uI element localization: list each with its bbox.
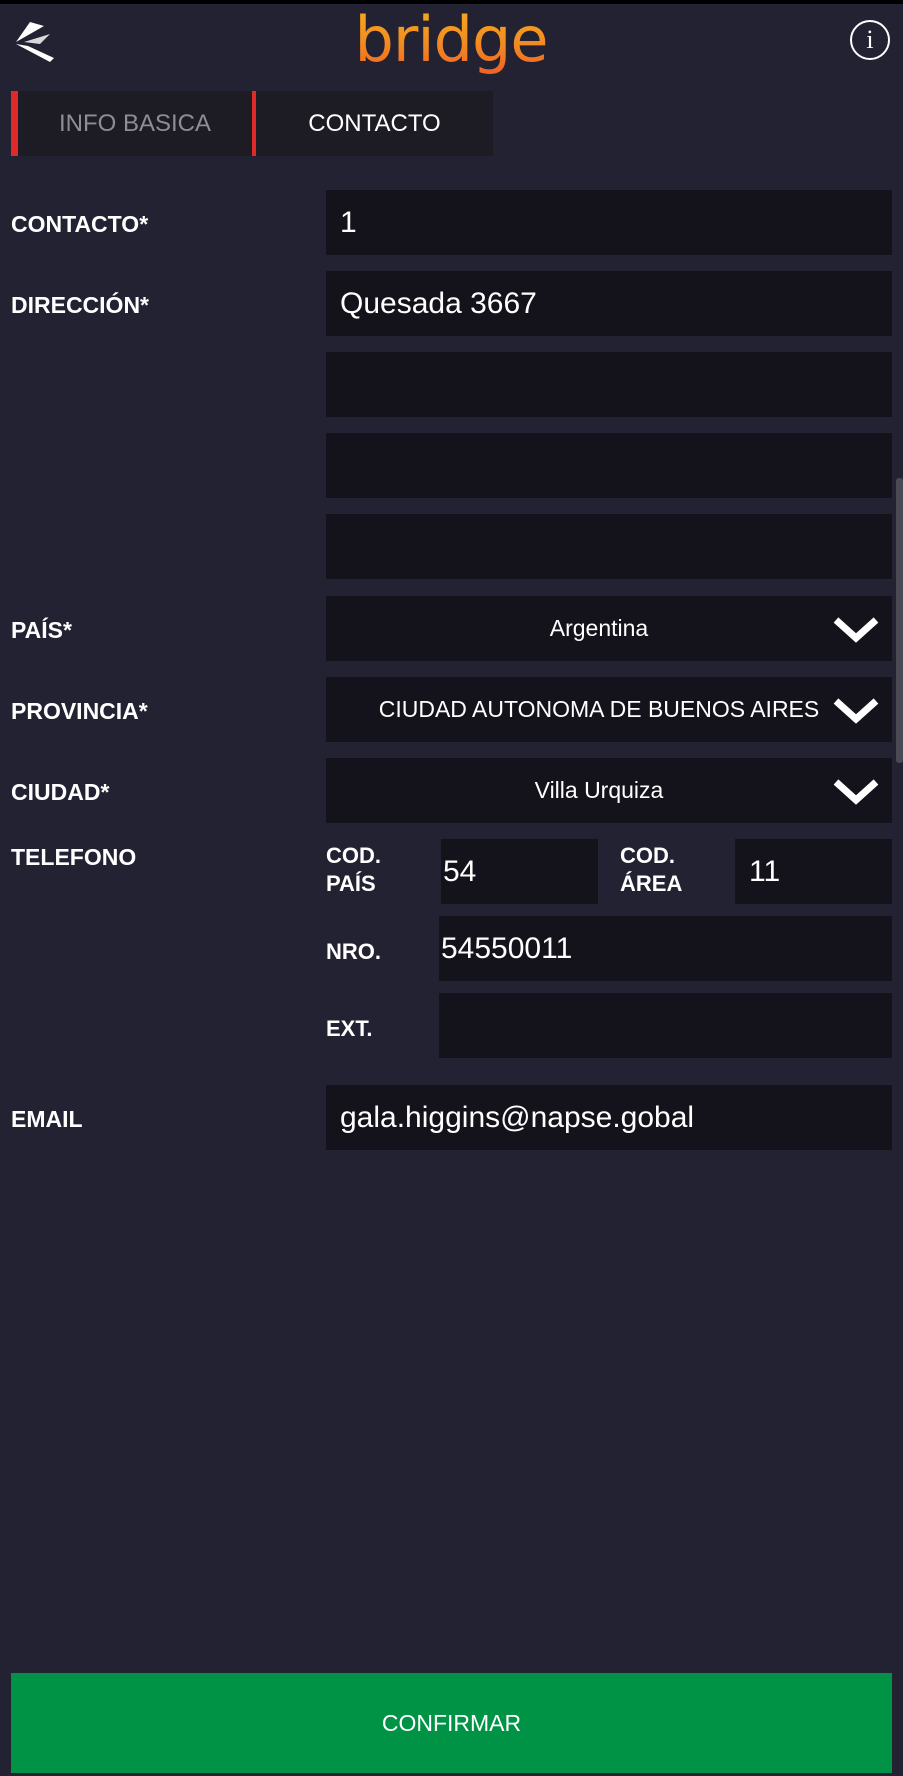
logo-text: bridge [340,0,562,80]
contacto-label: CONTACTO* [11,211,149,237]
ciudad-select[interactable]: Villa Urquiza [326,758,892,823]
ciudad-value: Villa Urquiza [534,777,664,803]
cod-area-label-line2: ÁREA [620,871,683,896]
tab-info-basica[interactable]: INFO BASICA [11,91,252,156]
email-input[interactable]: gala.higgins@napse.gobal [326,1085,892,1150]
nro-label: NRO. [326,939,381,964]
pais-label: PAÍS* [11,617,72,643]
contacto-input[interactable]: 1 [326,190,892,255]
bridge-logo: bridge [340,0,562,84]
pais-select[interactable]: Argentina [326,596,892,661]
back-arrow-icon[interactable] [10,18,58,66]
direccion-line-3-input[interactable] [326,433,892,498]
info-glyph: i [866,25,874,54]
tab-contacto[interactable]: CONTACTO [252,91,493,156]
direccion-label: DIRECCIÓN* [11,292,150,318]
scrollbar[interactable] [896,478,903,763]
ext-input[interactable] [439,993,892,1058]
direccion-line-4-input[interactable] [326,514,892,579]
cod-area-input[interactable]: 11 [735,839,892,904]
cod-pais-label-line2: PAÍS [326,871,376,896]
email-label: EMAIL [11,1106,83,1132]
chevron-down-icon [833,617,879,643]
provincia-value: CIUDAD AUTONOMA DE BUENOS AIRES [378,696,820,722]
cod-pais-label: COD. PAÍS [326,842,381,898]
tab-bar: INFO BASICA CONTACTO [11,91,493,156]
cod-pais-label-line1: COD. [326,843,381,868]
ext-label: EXT. [326,1016,373,1041]
cod-area-label-line1: COD. [620,843,675,868]
chevron-down-icon [833,698,879,724]
confirm-button[interactable]: CONFIRMAR [11,1673,892,1773]
nro-input[interactable]: 54550011 [439,916,892,981]
provincia-select[interactable]: CIUDAD AUTONOMA DE BUENOS AIRES [326,677,892,742]
info-icon[interactable]: i [850,20,890,60]
cod-area-label: COD. ÁREA [620,842,682,898]
ciudad-label: CIUDAD* [11,779,110,805]
cod-pais-input[interactable]: 54 [441,839,598,904]
direccion-line-2-input[interactable] [326,352,892,417]
direccion-line-1-input[interactable]: Quesada 3667 [326,271,892,336]
telefono-label: TELEFONO [11,844,137,870]
chevron-down-icon [833,779,879,805]
pais-value: Argentina [549,615,649,641]
provincia-label: PROVINCIA* [11,698,148,724]
